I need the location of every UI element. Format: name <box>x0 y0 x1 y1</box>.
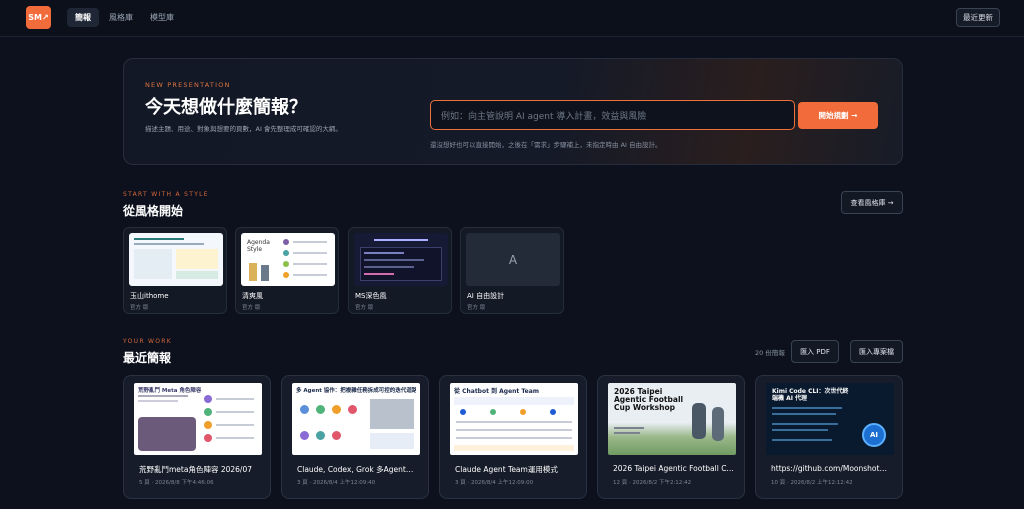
project-title: 荒野亂鬥meta角色陣容 2026/07 <box>139 465 252 474</box>
style-meta: 官方 版 <box>242 305 261 311</box>
thumbnail-heading: Kimi Code CLI：次世代終端機 AI 代理 <box>772 388 849 402</box>
styles-eyebrow: START WITH A STYLE <box>123 191 209 198</box>
style-card-clean[interactable]: Agenda Style 清爽風 官方 版 <box>235 227 339 314</box>
top-bar: SM↗ 簡報 風格庫 模型庫 最近更新 <box>0 0 1024 37</box>
project-card[interactable]: 從 Chatbot 到 Agent Team Claude Agent Team… <box>439 375 587 499</box>
hero-subtitle: 描述主題、用途、對象與想要的頁數，AI 會先整理成可確認的大綱。 <box>145 125 342 133</box>
hero-hint: 還沒想好也可以直接開始，之後在「需求」步驟補上，未指定時由 AI 自由設計。 <box>430 141 662 149</box>
recent-updates-button[interactable]: 最近更新 <box>956 8 1000 27</box>
work-title: 最近簡報 <box>123 351 172 365</box>
thumbnail-heading: 多 Agent 協作：把複雜任務拆成可控的迭代迴路 <box>296 388 416 394</box>
hero-eyebrow: NEW PRESENTATION <box>145 81 231 89</box>
project-thumbnail: 荒野亂鬥 Meta 角色陣容 <box>134 383 262 455</box>
hero-title: 今天想做什麼簡報？ <box>145 97 307 118</box>
placeholder-letter: A <box>508 252 518 267</box>
thumbnail-heading: 2026 Taipei Agentic Football Cup Worksho… <box>614 387 684 412</box>
style-name: 清爽風 <box>242 292 263 300</box>
tab-presentations[interactable]: 簡報 <box>67 8 99 27</box>
project-title: Claude, Codex, Grok 多Agent… <box>297 465 414 474</box>
app-logo[interactable]: SM↗ <box>26 6 51 29</box>
style-thumbnail <box>354 233 448 286</box>
project-title: Claude Agent Team運用模式 <box>455 465 558 474</box>
project-card[interactable]: Kimi Code CLI：次世代終端機 AI 代理 AI https://gi… <box>755 375 903 499</box>
style-meta: 官方 版 <box>130 305 149 311</box>
style-card-yushan[interactable]: 玉山ithome 官方 版 <box>123 227 227 314</box>
thumbnail-heading: 荒野亂鬥 Meta 角色陣容 <box>138 388 202 394</box>
project-meta: 10 頁 · 2026/8/2 上午12:12:42 <box>771 480 853 486</box>
style-name: AI 自由設計 <box>467 292 505 300</box>
project-title: https://github.com/Moonshot… <box>771 464 887 473</box>
project-meta: 12 頁 · 2026/8/2 下午2:12:42 <box>613 480 692 486</box>
ai-placeholder-thumbnail: A <box>466 233 560 286</box>
style-thumbnail <box>129 233 223 286</box>
project-thumbnail: Kimi Code CLI：次世代終端機 AI 代理 AI <box>766 383 894 455</box>
project-title: 2026 Taipei Agentic Football C… <box>613 464 734 473</box>
tab-model-library[interactable]: 模型庫 <box>142 8 182 27</box>
project-meta: 3 頁 · 2026/8/4 上午12:09:40 <box>297 480 376 486</box>
style-name: 玉山ithome <box>130 292 169 300</box>
project-thumbnail: 2026 Taipei Agentic Football Cup Worksho… <box>608 383 736 455</box>
topic-input[interactable]: 例如：向主管說明 AI agent 導入計畫，效益與風險 <box>430 100 795 130</box>
style-name: MS深色風 <box>355 292 387 300</box>
styles-title: 從風格開始 <box>123 204 184 218</box>
thumbnail-heading: 從 Chatbot 到 Agent Team <box>454 388 540 395</box>
tab-style-library[interactable]: 風格庫 <box>101 8 141 27</box>
project-thumbnail: 多 Agent 協作：把複雜任務拆成可控的迭代迴路 <box>292 383 420 455</box>
import-pdf-button[interactable]: 匯入 PDF <box>791 340 839 363</box>
project-meta: 5 頁 · 2026/8/8 下午4:46:06 <box>139 480 214 486</box>
presentation-count: 20 份簡報 <box>755 349 785 357</box>
project-card[interactable]: 荒野亂鬥 Meta 角色陣容 荒野亂鬥meta角色陣容 2026/07 5 頁 … <box>123 375 271 499</box>
start-planning-button[interactable]: 開始規劃 → <box>798 102 878 129</box>
project-meta: 3 頁 · 2026/8/4 上午12:09:00 <box>455 480 534 486</box>
style-meta: 官方 版 <box>355 305 374 311</box>
import-project-button[interactable]: 匯入專案檔 <box>850 340 903 363</box>
style-card-ai-free[interactable]: A AI 自由設計 官方 版 <box>460 227 564 314</box>
style-card-ms-dark[interactable]: MS深色風 官方 版 <box>348 227 452 314</box>
ai-badge-icon: AI <box>862 423 886 447</box>
view-style-library-button[interactable]: 查看風格庫 → <box>841 191 903 214</box>
style-meta: 官方 版 <box>467 305 486 311</box>
new-presentation-panel: NEW PRESENTATION 今天想做什麼簡報？ 描述主題、用途、對象與想要… <box>123 58 903 165</box>
style-thumbnail: Agenda Style <box>241 233 335 286</box>
project-thumbnail: 從 Chatbot 到 Agent Team <box>450 383 578 455</box>
work-eyebrow: YOUR WORK <box>123 338 172 345</box>
project-card[interactable]: 多 Agent 協作：把複雜任務拆成可控的迭代迴路 Claude, Codex,… <box>281 375 429 499</box>
project-card[interactable]: 2026 Taipei Agentic Football Cup Worksho… <box>597 375 745 499</box>
